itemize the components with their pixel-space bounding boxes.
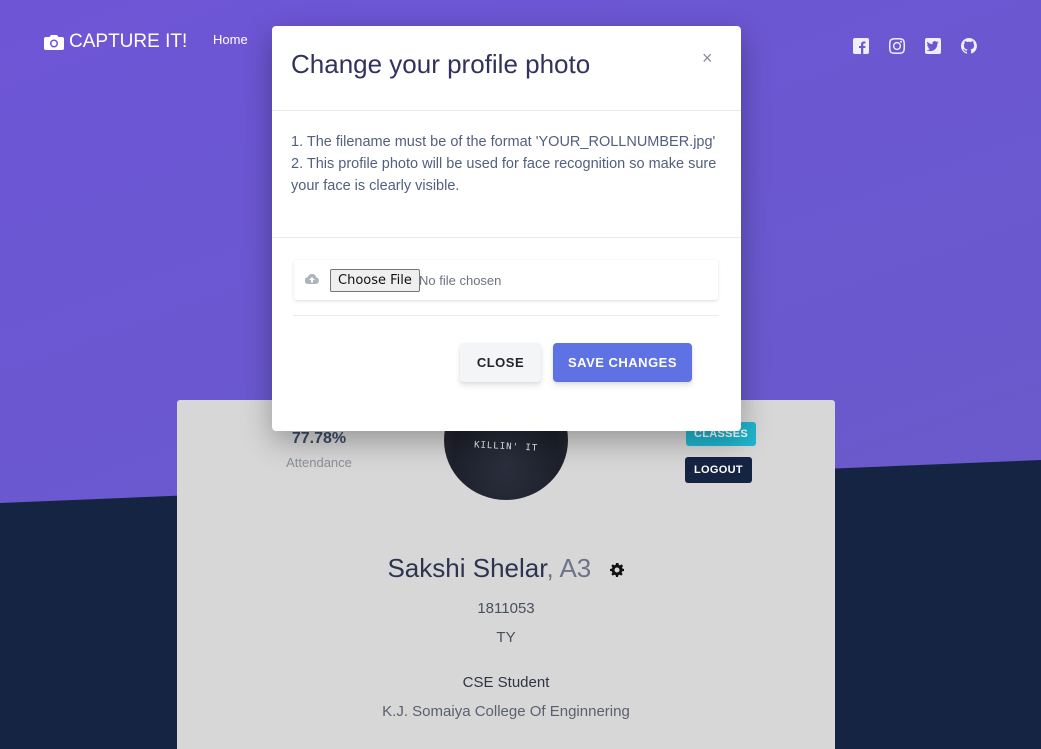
modal-header: Change your profile photo × <box>272 26 741 111</box>
file-upload-field[interactable]: Choose File No file chosen <box>294 260 718 300</box>
close-button[interactable]: CLOSE <box>460 343 541 382</box>
profile-photo-modal: Change your profile photo × 1. The filen… <box>272 26 741 431</box>
choose-file-button[interactable]: Choose File <box>330 269 420 292</box>
close-icon[interactable]: × <box>702 48 713 69</box>
divider <box>293 315 719 316</box>
modal-title: Change your profile photo <box>291 49 591 79</box>
modal-body: 1. The filename must be of the format 'Y… <box>272 111 741 238</box>
cloud-upload-icon <box>305 273 319 285</box>
no-file-text: No file chosen <box>419 273 502 288</box>
save-changes-button[interactable]: SAVE CHANGES <box>553 343 692 382</box>
instruction-1: 1. The filename must be of the format 'Y… <box>291 134 716 150</box>
instruction-2: 2. This profile photo will be used for f… <box>291 156 717 194</box>
